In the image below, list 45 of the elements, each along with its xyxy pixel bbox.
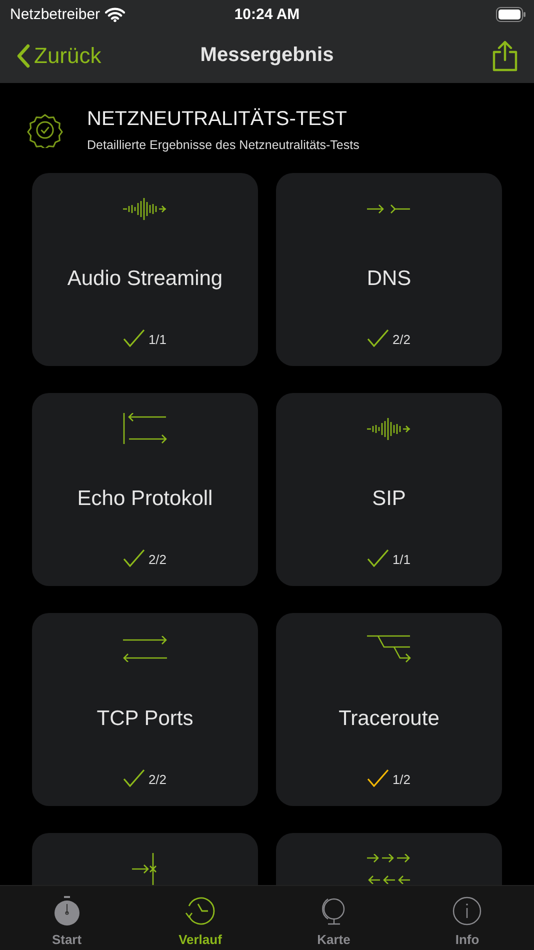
battery-icon xyxy=(496,6,526,22)
result-count: 1/1 xyxy=(392,552,411,567)
history-icon xyxy=(185,896,216,926)
result-count: 2/2 xyxy=(148,552,167,567)
test-name: Echo Protokoll xyxy=(77,487,213,511)
chevron-left-icon xyxy=(16,44,30,68)
test-card[interactable]: SIP 1/1 xyxy=(276,393,502,586)
blocked-arrow-icon xyxy=(132,853,158,885)
arrows-icon xyxy=(367,203,411,215)
tab-item[interactable]: Karte xyxy=(267,886,400,950)
back-button[interactable]: Zurück xyxy=(16,42,102,68)
stopwatch-icon xyxy=(52,896,81,926)
wifi-icon xyxy=(105,6,126,22)
tab-item[interactable]: Verlauf xyxy=(134,886,267,950)
section-title: NETZNEUTRALITÄTS-TEST xyxy=(87,108,348,131)
section-subtitle: Detaillierte Ergebnisse des Netzneutralitäts-Tests xyxy=(87,138,360,152)
result-count: 1/2 xyxy=(392,772,411,787)
test-name: TCP Ports xyxy=(96,707,194,731)
test-name: Audio Streaming xyxy=(67,267,223,291)
share-icon xyxy=(492,40,518,72)
verified-badge-icon xyxy=(27,112,63,148)
info-icon xyxy=(452,896,482,926)
test-name: DNS xyxy=(366,267,412,291)
test-name: SIP xyxy=(372,487,406,511)
tab-item[interactable]: Info xyxy=(400,886,534,950)
clock-time: 10:24 AM xyxy=(234,6,300,22)
test-card[interactable]: Audio Streaming 1/1 xyxy=(32,173,258,366)
test-card[interactable]: Echo Protokoll 2/2 xyxy=(32,393,258,586)
test-name: Traceroute xyxy=(338,707,440,731)
route-icon xyxy=(367,635,411,663)
test-card[interactable]: TCP Ports 2/2 xyxy=(32,613,258,806)
tab-item[interactable]: Start xyxy=(0,886,134,950)
share-button[interactable] xyxy=(492,40,518,72)
test-card[interactable]: DNS 2/2 xyxy=(276,173,502,366)
two-way-arrows-icon xyxy=(123,636,167,662)
screen-title: Messergebnis xyxy=(200,44,334,67)
carrier-name: Netzbetreiber xyxy=(10,6,100,22)
result-count: 2/2 xyxy=(392,332,411,347)
result-count: 2/2 xyxy=(148,772,167,787)
result-count: 1/1 xyxy=(148,332,167,347)
waveform-icon xyxy=(123,198,167,220)
waveform-icon xyxy=(367,418,411,440)
echo-arrows-icon xyxy=(123,413,167,445)
arrow-rows-icon xyxy=(367,854,411,884)
test-card[interactable]: Traceroute 1/2 xyxy=(276,613,502,806)
